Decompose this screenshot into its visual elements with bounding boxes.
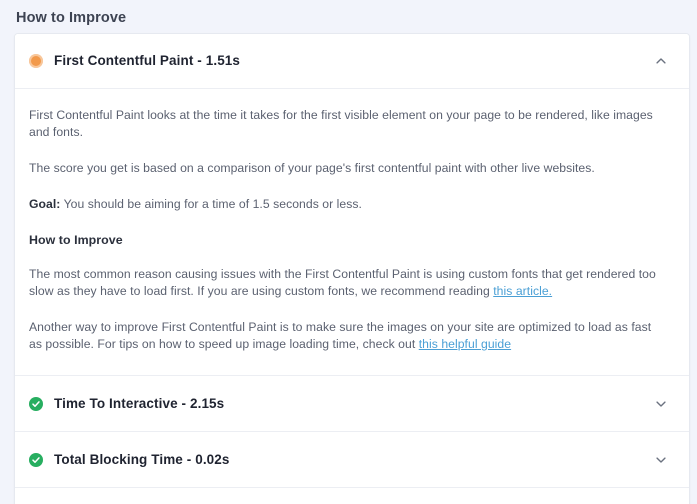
accordion-header-first-contentful-paint[interactable]: First Contentful Paint - 1.51s [15, 34, 689, 89]
fcp-goal-paragraph: Goal: You should be aiming for a time of… [29, 196, 667, 213]
fcp-fonts-paragraph: The most common reason causing issues wi… [29, 266, 667, 300]
accordion-body-first-contentful-paint: First Contentful Paint looks at the time… [15, 89, 689, 375]
fcp-images-paragraph: Another way to improve First Contentful … [29, 319, 667, 353]
this-helpful-guide-link[interactable]: this helpful guide [419, 337, 511, 351]
goal-text: You should be aiming for a time of 1.5 s… [60, 197, 362, 211]
goal-label: Goal: [29, 197, 61, 211]
how-to-improve-subheading: How to Improve [29, 233, 123, 247]
fcp-description-paragraph: First Contentful Paint looks at the time… [29, 108, 653, 139]
accordion-title: First Contentful Paint - 1.51s [54, 53, 241, 68]
accordion-item-time-to-interactive: Time To Interactive - 2.15s [15, 375, 689, 431]
fcp-score-paragraph: The score you get is based on a comparis… [29, 161, 595, 175]
fcp-fonts-text: The most common reason causing issues wi… [29, 267, 656, 298]
accordion-item-first-contentful-paint: First Contentful Paint - 1.51s First Con… [15, 34, 689, 375]
how-to-improve-accordion: First Contentful Paint - 1.51s First Con… [14, 33, 690, 504]
this-article-link[interactable]: this article. [493, 284, 552, 298]
accordion-header-time-to-interactive[interactable]: Time To Interactive - 2.15s [15, 376, 689, 431]
accordion-header-server-response-time[interactable]: Server Response Time - 0.40s [15, 488, 689, 504]
check-circle-icon [29, 396, 43, 411]
chevron-down-icon[interactable] [653, 396, 669, 412]
accordion-item-total-blocking-time: Total Blocking Time - 0.02s [15, 431, 689, 487]
how-to-improve-page: How to Improve First Contentful Paint - … [0, 0, 697, 504]
chevron-up-icon[interactable] [653, 53, 669, 69]
warning-circle-icon [29, 54, 43, 68]
check-circle-icon [29, 452, 43, 467]
page-title: How to Improve [16, 10, 127, 26]
accordion-title: Time To Interactive - 2.15s [54, 395, 225, 411]
fcp-images-text: Another way to improve First Contentful … [29, 320, 652, 351]
accordion-item-server-response-time: Server Response Time - 0.40s [15, 487, 689, 504]
chevron-down-icon[interactable] [653, 452, 669, 468]
accordion-header-total-blocking-time[interactable]: Total Blocking Time - 0.02s [15, 432, 689, 487]
accordion-title: Total Blocking Time - 0.02s [54, 451, 230, 467]
